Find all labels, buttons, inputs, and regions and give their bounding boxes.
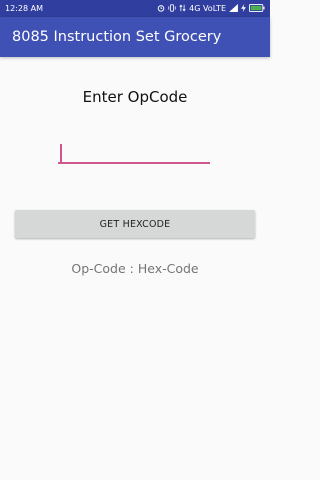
status-bar: 12:28 AM 4G VoLTE xyxy=(0,0,270,17)
vibrate-icon xyxy=(168,3,176,14)
app-title: 8085 Instruction Set Grocery xyxy=(12,29,222,45)
enter-opcode-label: Enter OpCode xyxy=(82,88,188,106)
data-arrows-icon xyxy=(179,4,186,14)
opcode-input[interactable] xyxy=(58,142,210,164)
charging-icon xyxy=(241,3,246,14)
battery-icon xyxy=(248,3,265,14)
network-type-label: 4G VoLTE xyxy=(189,3,226,13)
app-bar: 8085 Instruction Set Grocery xyxy=(0,17,270,57)
text-cursor xyxy=(60,144,62,162)
signal-icon xyxy=(229,3,238,14)
get-hexcode-button[interactable]: GET HEXCODE xyxy=(15,210,255,238)
status-indicators: 4G VoLTE xyxy=(157,3,265,14)
alarm-icon xyxy=(157,4,165,14)
status-time: 12:28 AM xyxy=(5,4,43,13)
result-text: Op-Code : Hex-Code xyxy=(71,261,199,276)
